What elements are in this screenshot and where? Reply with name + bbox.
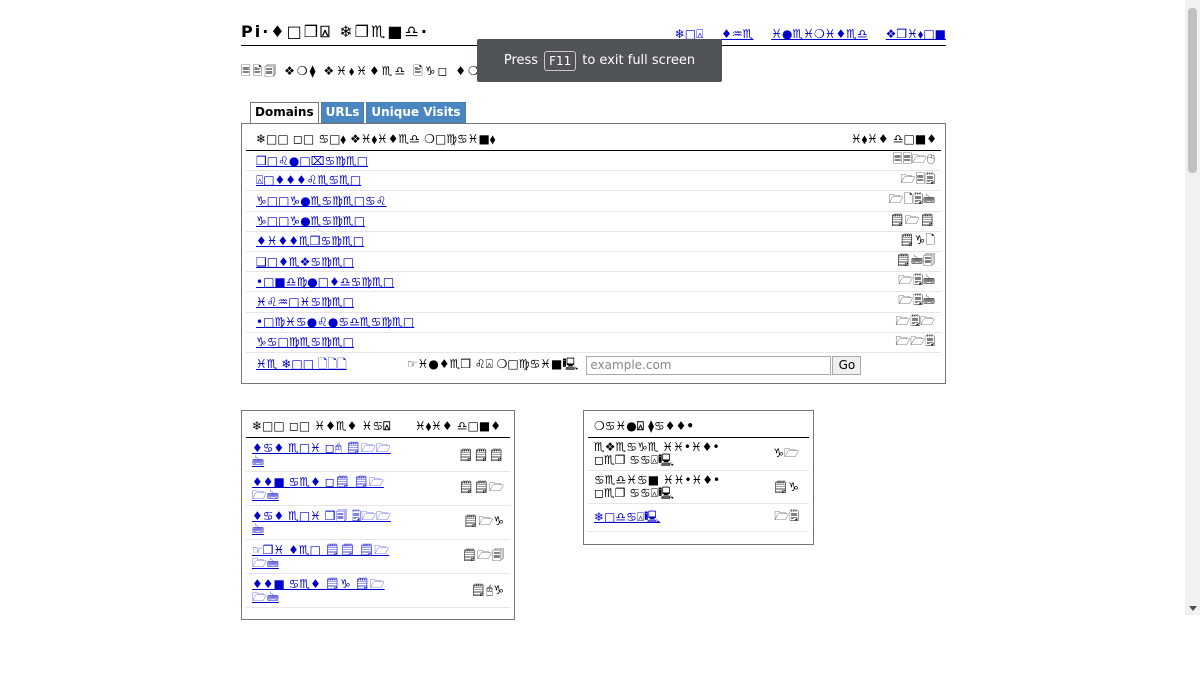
list-item: ♦♦■ ♋♏♦ 🗒♑ 🗒🗁🗁🖮 🗒🖰♑ [246,574,510,608]
visit-count: 🗁🗁🗒 [895,333,935,348]
stat-count: 🗒🗁🗐 [461,548,504,562]
visit-count: 🗒🗁🗒 [889,212,935,227]
go-button[interactable]: Go [832,355,862,375]
domains-panel: ❄□□ ◻□ ♋□⬧ ❖♓⬧♓♦♏♎ ❍□♍♋♓■⬧ ♓⬧♓♦ ♎□■♦ ❒□♌… [241,123,946,384]
nav-link-3[interactable]: ♓●♏♓❍♓♦♏♎ [771,27,868,41]
stat-count: 🗒🗒🗒 [458,447,504,462]
visit-count: 🗁🗋🗒🖮 [888,192,935,207]
visit-count: 🗁🗒🖮 [898,273,935,288]
totals-label: ♏❖♏♋♑♏ ♓♓•♓♦• ◻♏❒ ♋♋⍓🖳 [594,440,720,467]
totals-value: ♑🗁 [773,445,799,460]
lookup-label: ☞♓●♦♏❒ ♌⍓ ❍□♍♋♓■🖳 [406,356,579,371]
list-item: ♦♋♦ ♏□♓ ◻🖰 🗒🗁🗁🖮 🗒🗒🗒 [246,438,510,472]
stats-header: ❄□□ ◻□ ♓♦♏♦ ♓♋⍓ ♓⬧♓♦ ♎□■♦ [246,411,510,438]
scrollbar-thumb[interactable] [1188,8,1197,173]
table-row: •□■♎♍●□♦♎♋♍♏□ 🗁🗒🖮 [246,272,941,293]
domain-link[interactable]: ♓♌♒□♓♋♍♏□ [256,295,354,309]
more-domains-link[interactable]: ♓♏ ❄□□ 🗋🗋🗋 [256,355,347,376]
page-subtitle: 🗏🖹🗐 ❖❍⧫ ❖♓⬧♓♦♏♎ 🖹♑◻ ♦❍□⧫ [241,64,503,78]
today-link[interactable]: ❄□♎♋⍓🖳 [594,511,660,524]
vertical-scrollbar[interactable] [1185,0,1200,615]
domains-header-right: ♓⬧♓♦ ♎□■♦ [850,132,937,146]
domain-link[interactable]: ♑□□♑●♏♋♍♏□♋♌ [256,194,387,208]
toast-key: F11 [544,50,577,71]
visit-count: 🗒🖮🗐 [895,253,935,268]
fullscreen-toast: Press F11 to exit full screen [477,39,722,82]
list-item: ❄□♎♋⍓🖳 🗁🗒 [588,504,809,532]
list-item: ♏❖♏♋♑♏ ♓♓•♓♦• ◻♏❒ ♋♋⍓🖳 ♑🗁 [588,438,809,471]
tab-urls[interactable]: URLs [320,102,365,123]
table-row: ❒□♌●□⌧♋♍♏□ 🗏🗏🗁🖰 [246,151,941,172]
tab-bar: Domains URLs Unique Visits [250,102,466,124]
visit-count: 🗏🗏🗁🖰 [892,152,935,167]
table-row: ♦♓♦♦♏❒♋♍♏□ 🗒♑🗋 [246,232,941,252]
stat-link[interactable]: ♦♦■ ♋♏♦ 🗒♑ 🗒🗁🗁🖮 [252,577,392,604]
totals-panel: ❍♋♓●⍓ ⧫♋♦♦• ♏❖♏♋♑♏ ♓♓•♓♦• ◻♏❒ ♋♋⍓🖳 ♑🗁 ♋♏… [583,410,814,545]
visit-count: 🗁🗒🗁 [895,313,935,328]
stats-header-right: ♓⬧♓♦ ♎□■♦ [414,419,501,433]
stat-count: 🗒🗒🗁 [458,480,504,494]
domain-link[interactable]: ♑□□♑●♏♋♍♏□ [256,214,365,228]
list-item: ♦♋♦ ♏□♓ ❒🗐 🗒🗁🗁🖮 🗒🗁♑ [246,506,510,540]
domains-footer: ♓♏ ❄□□ 🗋🗋🗋 ☞♓●♦♏❒ ♌⍓ ❍□♍♋♓■🖳 Go [246,353,941,378]
table-row: ♑♋□♍♏♋♍♏□ 🗁🗁🗒 [246,333,941,353]
stats-header-left: ❄□□ ◻□ ♓♦♏♦ ♓♋⍓ [252,419,391,433]
table-row: ♑□□♑●♏♋♍♏□♋♌ 🗁🗋🗒🖮 [246,191,941,212]
table-row: ♑□□♑●♏♋♍♏□ 🗒🗁🗒 [246,212,941,232]
stat-count: 🗒🗁♑ [463,514,504,528]
table-row: ⍓□♦♦♦♌♏♋♏□ 🗁🗏🗒 [246,171,941,192]
stat-link[interactable]: ♦♋♦ ♏□♓ ❒🗐 🗒🗁🗁🖮 [252,509,392,536]
totals-header: ❍♋♓●⍓ ⧫♋♦♦• [588,411,809,438]
domain-link[interactable]: ♑♋□♍♏♋♍♏□ [256,335,354,349]
site-title: Pi·♦□❒⍓ ❄❒♏■♎· [241,22,429,41]
stat-count: 🗒🖰♑ [470,583,504,597]
table-row: ♓♌♒□♓♋♍♏□ 🗁🗒🖮 [246,292,941,313]
list-item: ♋♏♎♓♋■ ♓♓•♓♦• ◻♏❒ ♋♋⍓🖳 🗒♑ [588,471,809,504]
domain-link[interactable]: •□♍♓♋●♌●♋♎♏♋♍♏□ [256,315,414,329]
nav-link-4[interactable]: ❖❒♓⬧□■ [886,27,946,41]
domain-link[interactable]: •□■♎♍●□♦♎♋♍♏□ [256,275,394,289]
domain-link[interactable]: ♦♓♦♦♏❒♋♍♏□ [256,234,364,248]
domain-search-input[interactable] [586,355,832,375]
tab-unique-visits[interactable]: Unique Visits [366,102,466,123]
totals-value: 🗒♑ [773,480,799,494]
visit-count: 🗁🗒🖮 [898,293,935,308]
domain-link[interactable]: ⍓□♦♦♦♌♏♋♏□ [256,173,361,188]
domains-header-left: ❄□□ ◻□ ♋□⬧ ❖♓⬧♓♦♏♎ ❍□♍♋♓■⬧ [256,132,496,146]
list-item: ♦♦■ ♋♏♦ ◻🗒 🗒🗁🗁🖮 🗒🗒🗁 [246,472,510,506]
scroll-down-arrow-icon[interactable] [1189,606,1197,611]
table-row: •□♍♓♋●♌●♋♎♏♋♍♏□ 🗁🗒🗁 [246,313,941,333]
totals-value: 🗁🗒 [774,509,799,523]
toast-prefix: Press [503,53,539,68]
domains-header: ❄□□ ◻□ ♋□⬧ ❖♓⬧♓♦♏♎ ❍□♍♋♓■⬧ ♓⬧♓♦ ♎□■♦ [246,124,941,151]
toast-suffix: to exit full screen [582,53,696,68]
tab-domains[interactable]: Domains [250,102,319,124]
domain-link[interactable]: ❑□♦♏❖♋♍♏□ [256,255,354,269]
domain-link[interactable]: ❒□♌●□⌧♋♍♏□ [256,154,368,168]
visit-count: 🗒♑🗋 [899,232,935,247]
visit-count: 🗁🗏🗒 [900,172,935,187]
list-item: ☞❒♓ ♦♏□ 🗒🗒 🗒🗁🗁🖮 🗒🗁🗐 [246,540,510,574]
totals-header-title: ❍♋♓●⍓ ⧫♋♦♦• [594,419,694,433]
stats-panel: ❄□□ ◻□ ♓♦♏♦ ♓♋⍓ ♓⬧♓♦ ♎□■♦ ♦♋♦ ♏□♓ ◻🖰 🗒🗁🗁… [241,410,515,620]
totals-label: ♋♏♎♓♋■ ♓♓•♓♦• ◻♏❒ ♋♋⍓🖳 [594,473,721,500]
stat-link[interactable]: ♦♦■ ♋♏♦ ◻🗒 🗒🗁🗁🖮 [252,475,392,502]
stat-link[interactable]: ♦♋♦ ♏□♓ ◻🖰 🗒🗁🗁🖮 [252,441,392,468]
nav-link-2[interactable]: ♦♒♏ [721,27,753,41]
table-row: ❑□♦♏❖♋♍♏□ 🗒🖮🗐 [246,252,941,273]
stat-link[interactable]: ☞❒♓ ♦♏□ 🗒🗒 🗒🗁🗁🖮 [252,543,392,570]
